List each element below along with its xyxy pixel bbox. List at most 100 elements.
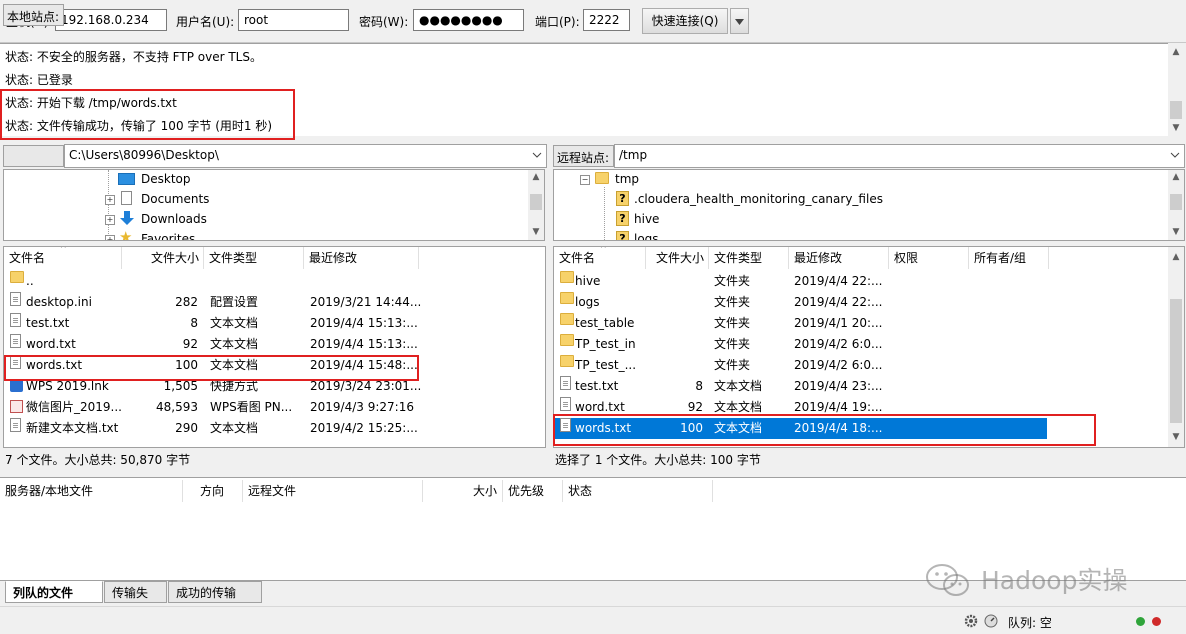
tree-item-label: hive xyxy=(634,212,660,226)
file-type: 文件夹 xyxy=(714,316,751,330)
remote-list-scrollbar[interactable]: ▲ ▼ xyxy=(1168,247,1184,447)
host-input[interactable]: 192.168.0.234 xyxy=(55,9,167,31)
queue-column-direction[interactable]: 方向 xyxy=(183,480,243,502)
file-name: desktop.ini xyxy=(26,295,92,309)
queue-status-text: 队列: 空 xyxy=(1008,616,1052,630)
quickconnect-bar: 主机(H): 192.168.0.234 用户名(U): root 密码(W):… xyxy=(0,0,1186,43)
scroll-up-icon[interactable]: ▲ xyxy=(1168,45,1184,59)
text-file-icon xyxy=(560,397,571,411)
remote-row-highlight-box xyxy=(553,414,1096,446)
speed-limit-icon[interactable] xyxy=(984,614,998,628)
expand-icon[interactable]: + xyxy=(105,235,115,240)
file-modified: 2019/4/2 15:25:... xyxy=(310,421,418,435)
column-header-type[interactable]: 文件类型 xyxy=(204,247,304,269)
queue-column-remote[interactable]: 远程文件 xyxy=(243,480,423,502)
column-header-modified[interactable]: 最近修改 xyxy=(789,247,889,269)
star-icon: ★ xyxy=(119,228,133,241)
collapse-icon[interactable]: − xyxy=(580,175,590,185)
file-name: word.txt xyxy=(26,337,76,351)
column-header-modified[interactable]: 最近修改 xyxy=(304,247,419,269)
file-type: 文本文档 xyxy=(210,421,259,435)
table-row[interactable]: 新建文本文档.txt 290 文本文档 2019/4/2 15:25:... xyxy=(4,418,529,439)
table-row[interactable]: .. xyxy=(4,271,529,292)
remote-status-text: 选择了 1 个文件。大小总共: 100 字节 xyxy=(555,453,761,467)
file-size: 290 xyxy=(175,421,198,435)
local-path-text: C:\Users\80996\Desktop\ xyxy=(69,148,219,162)
queue-column-priority[interactable]: 优先级 xyxy=(503,480,563,502)
port-label: 端口(P): xyxy=(535,15,580,29)
tab-failed-transfers[interactable]: 传输失败 xyxy=(104,581,167,622)
username-input[interactable]: root xyxy=(238,9,349,31)
file-name: .. xyxy=(26,274,34,288)
file-modified: 2019/4/2 6:0... xyxy=(794,358,883,372)
file-size: 92 xyxy=(182,337,198,351)
local-status-text: 7 个文件。大小总共: 50,870 字节 xyxy=(5,453,191,467)
table-row[interactable]: test.txt 8 文本文档 2019/4/4 23:... xyxy=(554,376,1166,397)
remote-tree-scrollbar[interactable]: ▲ ▼ xyxy=(1168,170,1184,240)
expand-icon[interactable]: + xyxy=(105,195,115,205)
table-row[interactable]: desktop.ini 282 配置设置 2019/3/21 14:44... xyxy=(4,292,529,313)
quickconnect-button[interactable]: 快速连接(Q) xyxy=(642,8,728,34)
file-type: 文件夹 xyxy=(714,337,751,351)
file-modified: 2019/4/4 23:... xyxy=(794,379,883,393)
file-name: test.txt xyxy=(26,316,70,330)
file-size: 48,593 xyxy=(156,400,198,414)
text-file-icon xyxy=(10,334,21,348)
file-name: logs xyxy=(575,295,600,309)
file-size: 8 xyxy=(190,316,198,330)
local-site-label-box xyxy=(3,145,64,167)
unknown-folder-icon: ? xyxy=(616,231,629,240)
local-tree-scrollbar[interactable]: ▲ ▼ xyxy=(528,170,544,240)
column-header-size[interactable]: 文件大小 xyxy=(122,247,204,269)
table-row[interactable]: 微信图片_2019... 48,593 WPS看图 PN... 2019/4/3 9:… xyxy=(4,397,529,418)
scroll-thumb[interactable] xyxy=(1170,101,1182,119)
local-tree: Desktop + Documents + Downloads + ★ Favo… xyxy=(3,169,545,241)
queue-column-file[interactable]: 服务器/本地文件 xyxy=(0,480,183,502)
file-type: 文本文档 xyxy=(714,379,763,393)
local-path-input[interactable]: C:\Users\80996\Desktop\ xyxy=(64,144,547,168)
text-file-icon xyxy=(10,313,21,327)
tree-item-label: .cloudera_health_monitoring_canary_files xyxy=(634,192,883,206)
file-name: TP_test_in xyxy=(575,337,636,351)
log-scrollbar[interactable]: ▲ ▼ xyxy=(1168,43,1185,136)
table-row[interactable]: TP_test_... 文件夹 2019/4/2 6:0... xyxy=(554,355,1166,376)
gear-icon[interactable] xyxy=(964,614,978,628)
file-name: TP_test_... xyxy=(575,358,637,372)
table-row[interactable]: hive 文件夹 2019/4/4 22:... xyxy=(554,271,1166,292)
chevron-down-icon[interactable] xyxy=(532,152,542,159)
tab-successful-transfers[interactable]: 成功的传输 (4) xyxy=(168,581,262,622)
folder-icon xyxy=(560,271,574,283)
file-type: 文本文档 xyxy=(210,337,259,351)
file-modified: 2019/4/4 15:13:... xyxy=(310,316,418,330)
scroll-down-icon[interactable]: ▼ xyxy=(1168,121,1184,135)
column-header-permissions[interactable]: 权限 xyxy=(889,247,969,269)
queue-column-status[interactable]: 状态 xyxy=(563,480,713,502)
column-header-size[interactable]: 文件大小 xyxy=(646,247,709,269)
folder-icon xyxy=(560,334,574,346)
password-input[interactable]: ●●●●●●●● xyxy=(413,9,524,31)
tab-queued-files[interactable]: 列队的文件 xyxy=(5,581,103,603)
expand-icon[interactable]: + xyxy=(105,215,115,225)
watermark-text: Hadoop实操 xyxy=(981,566,1128,595)
tree-item-label: logs xyxy=(634,232,659,241)
table-row[interactable]: word.txt 92 文本文档 2019/4/4 15:13:... xyxy=(4,334,529,355)
chevron-down-icon[interactable] xyxy=(1170,152,1180,159)
table-row[interactable]: test_table 文件夹 2019/4/1 20:... xyxy=(554,313,1166,334)
file-type: 文本文档 xyxy=(210,316,259,330)
remote-tree: − tmp ? .cloudera_health_monitoring_cana… xyxy=(553,169,1185,241)
file-type: 文件夹 xyxy=(714,358,751,372)
quickconnect-dropdown-button[interactable] xyxy=(730,8,749,34)
column-header-owner[interactable]: 所有者/组 xyxy=(969,247,1049,269)
local-row-highlight-box xyxy=(4,355,419,381)
sort-ascending-icon: ^ xyxy=(600,246,607,253)
table-row[interactable]: test.txt 8 文本文档 2019/4/4 15:13:... xyxy=(4,313,529,334)
column-header-type[interactable]: 文件类型 xyxy=(709,247,789,269)
table-row[interactable]: TP_test_in 文件夹 2019/4/2 6:0... xyxy=(554,334,1166,355)
remote-path-input[interactable]: /tmp xyxy=(614,144,1185,168)
queue-column-size[interactable]: 大小 xyxy=(423,480,503,502)
remote-path-text: /tmp xyxy=(619,148,648,162)
chevron-down-icon xyxy=(735,19,744,25)
file-modified: 2019/4/2 6:0... xyxy=(794,337,883,351)
port-input[interactable]: 2222 xyxy=(583,9,630,31)
table-row[interactable]: logs 文件夹 2019/4/4 22:... xyxy=(554,292,1166,313)
